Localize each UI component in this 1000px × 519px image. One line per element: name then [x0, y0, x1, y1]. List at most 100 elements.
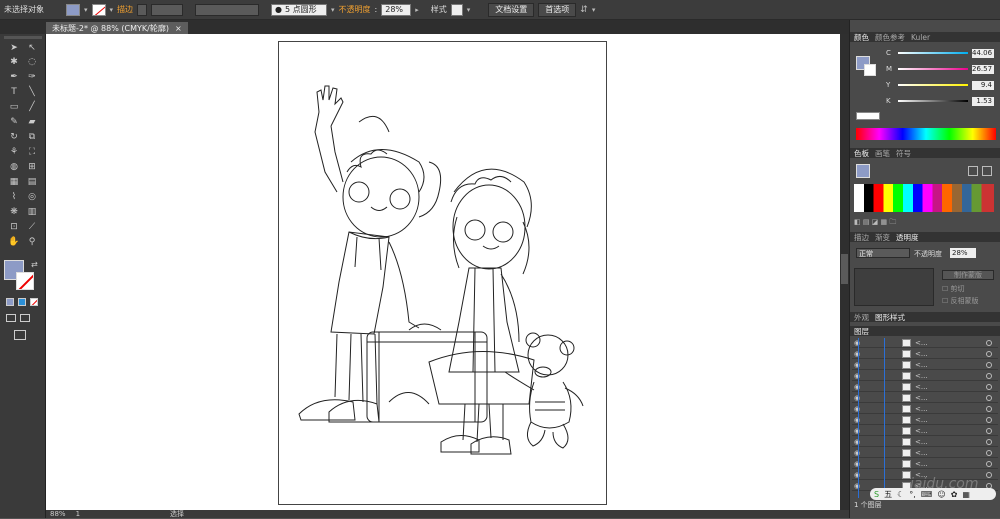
channel-y-slider[interactable] — [898, 84, 968, 86]
gradient-tool-icon[interactable]: ▤ — [25, 176, 39, 188]
tab-color-guide[interactable]: 颜色参考 — [875, 32, 905, 43]
swatches-fill-box[interactable] — [856, 164, 870, 178]
layer-name[interactable]: <... — [915, 394, 928, 402]
chevron-down-icon[interactable]: ▾ — [110, 6, 114, 14]
chevron-down-icon[interactable]: ▾ — [331, 6, 335, 14]
rectangle-tool-icon[interactable]: ▭ — [7, 101, 21, 113]
eye-icon[interactable]: ◉ — [852, 361, 862, 369]
warp-tool-icon[interactable]: ⚘ — [7, 146, 21, 158]
stroke-weight-stepper[interactable] — [137, 3, 148, 16]
curvature-tool-icon[interactable]: ✑ — [25, 71, 39, 83]
blend-mode-select[interactable]: 正常 — [856, 248, 910, 258]
artboard-tool-icon[interactable]: ⊡ — [7, 221, 21, 233]
layer-row[interactable]: ◉ <... — [852, 404, 998, 414]
draw-normal-icon[interactable] — [6, 314, 16, 322]
layer-row[interactable]: ◉ <... — [852, 437, 998, 447]
opacity-input[interactable]: 28% — [381, 3, 412, 16]
line-tool-icon[interactable]: ╲ — [25, 86, 39, 98]
tab-swatches[interactable]: 色板 — [854, 148, 869, 159]
swatches-grid[interactable] — [854, 184, 994, 212]
chevron-right-icon[interactable]: ▸ — [415, 6, 419, 14]
target-icon[interactable] — [986, 372, 992, 379]
pen-tool-icon[interactable]: ✒ — [7, 71, 21, 83]
ime-logo-icon[interactable]: S — [874, 490, 879, 499]
layer-row[interactable]: ◉ <... — [852, 349, 998, 359]
layer-row[interactable]: ◉ <... — [852, 382, 998, 392]
tab-gradient[interactable]: 渐变 — [875, 232, 890, 243]
channel-k-slider[interactable] — [898, 100, 968, 102]
layer-row[interactable]: ◉ <... — [852, 448, 998, 458]
layer-row[interactable]: ◉ <... — [852, 426, 998, 436]
layer-name[interactable]: <... — [915, 416, 928, 424]
lasso-tool-icon[interactable]: ◌ — [25, 56, 39, 68]
ime-mode-label[interactable]: 五 — [884, 489, 892, 500]
eye-icon[interactable]: ◉ — [852, 460, 862, 468]
canvas[interactable] — [46, 34, 840, 510]
opacity-label[interactable]: 不透明度 — [339, 4, 371, 15]
target-icon[interactable] — [986, 339, 992, 346]
align-icon[interactable]: ⇵ — [580, 5, 588, 15]
target-icon[interactable] — [986, 471, 992, 478]
grid-view-icon[interactable] — [982, 166, 992, 176]
mesh-tool-icon[interactable]: ▦ — [7, 176, 21, 188]
channel-k-row[interactable]: K 1.53 — [886, 96, 998, 106]
vertical-scrollbar[interactable] — [840, 34, 849, 510]
none-mode-icon[interactable] — [30, 298, 38, 306]
layer-name[interactable]: <... — [915, 449, 928, 457]
tab-appearance[interactable]: 外观 — [854, 312, 869, 323]
eye-icon[interactable]: ◉ — [852, 394, 862, 402]
tab-symbols[interactable]: 符号 — [896, 148, 911, 159]
layer-row[interactable]: ◉ <... — [852, 338, 998, 348]
preferences-button[interactable]: 首选项 — [538, 2, 577, 17]
tools-grip[interactable] — [4, 36, 42, 39]
eye-icon[interactable]: ◉ — [852, 482, 862, 490]
channel-c-value[interactable]: 44.06 — [972, 48, 994, 58]
screen-mode-icon[interactable] — [14, 330, 26, 340]
symbol-sprayer-tool-icon[interactable]: ❋ — [7, 206, 21, 218]
clip-checkbox[interactable]: ☐ 剪切 — [942, 284, 965, 294]
target-icon[interactable] — [986, 361, 992, 368]
stroke-swatch[interactable] — [91, 3, 106, 16]
target-icon[interactable] — [986, 438, 992, 445]
swatches-toolbar[interactable]: ◧ ▤ ◪ ▦ 🗀 — [854, 218, 994, 226]
color-mode-icon[interactable] — [6, 298, 14, 306]
chevron-down-icon[interactable]: ▾ — [467, 6, 471, 14]
make-mask-button[interactable]: 制作蒙版 — [942, 270, 994, 280]
target-icon[interactable] — [986, 350, 992, 357]
layer-row[interactable]: ◉ <... — [852, 459, 998, 469]
magic-wand-tool-icon[interactable]: ✱ — [7, 56, 21, 68]
gradient-mode-icon[interactable] — [18, 298, 26, 306]
eye-icon[interactable]: ◉ — [852, 339, 862, 347]
channel-m-value[interactable]: 26.57 — [972, 64, 994, 74]
zoom-tool-icon[interactable]: ⚲ — [25, 236, 39, 248]
layers-panel-title[interactable]: 图层 — [854, 326, 869, 337]
zoom-level[interactable]: 88% — [50, 510, 66, 518]
eye-icon[interactable]: ◉ — [852, 405, 862, 413]
stroke-weight-input[interactable] — [151, 3, 184, 16]
tools-icon[interactable]: ▦ — [962, 490, 970, 499]
tab-brushes[interactable]: 画笔 — [875, 148, 890, 159]
target-icon[interactable] — [986, 416, 992, 423]
brush-definition-select[interactable]: ● 5 点圆形 — [271, 3, 328, 16]
free-transform-tool-icon[interactable]: ⛶ — [25, 146, 39, 158]
slice-tool-icon[interactable]: ⟋ — [25, 221, 39, 233]
keyboard-icon[interactable]: ⌨ — [921, 490, 933, 499]
tab-kuler[interactable]: Kuler — [911, 33, 930, 42]
eye-icon[interactable]: ◉ — [852, 350, 862, 358]
moon-icon[interactable]: ☾ — [897, 490, 904, 499]
layer-row[interactable]: ◉ <... — [852, 415, 998, 425]
eye-icon[interactable]: ◉ — [852, 438, 862, 446]
swap-colors-icon[interactable]: ⇄ — [31, 260, 38, 269]
pencil-tool-icon[interactable]: ✎ — [7, 116, 21, 128]
user-icon[interactable]: ☺ — [937, 490, 945, 499]
direct-selection-tool-icon[interactable]: ↖ — [25, 42, 39, 54]
eyedropper-tool-icon[interactable]: ⌇ — [7, 191, 21, 203]
shape-builder-tool-icon[interactable]: ◍ — [7, 161, 21, 173]
layer-name[interactable]: <... — [915, 339, 928, 347]
hand-tool-icon[interactable]: ✋ — [7, 236, 21, 248]
channel-c-slider[interactable] — [898, 52, 968, 54]
scale-tool-icon[interactable]: ⧉ — [25, 131, 39, 143]
rotate-tool-icon[interactable]: ↻ — [7, 131, 21, 143]
selection-tool-icon[interactable]: ➤ — [7, 42, 21, 54]
eraser-tool-icon[interactable]: ▰ — [25, 116, 39, 128]
